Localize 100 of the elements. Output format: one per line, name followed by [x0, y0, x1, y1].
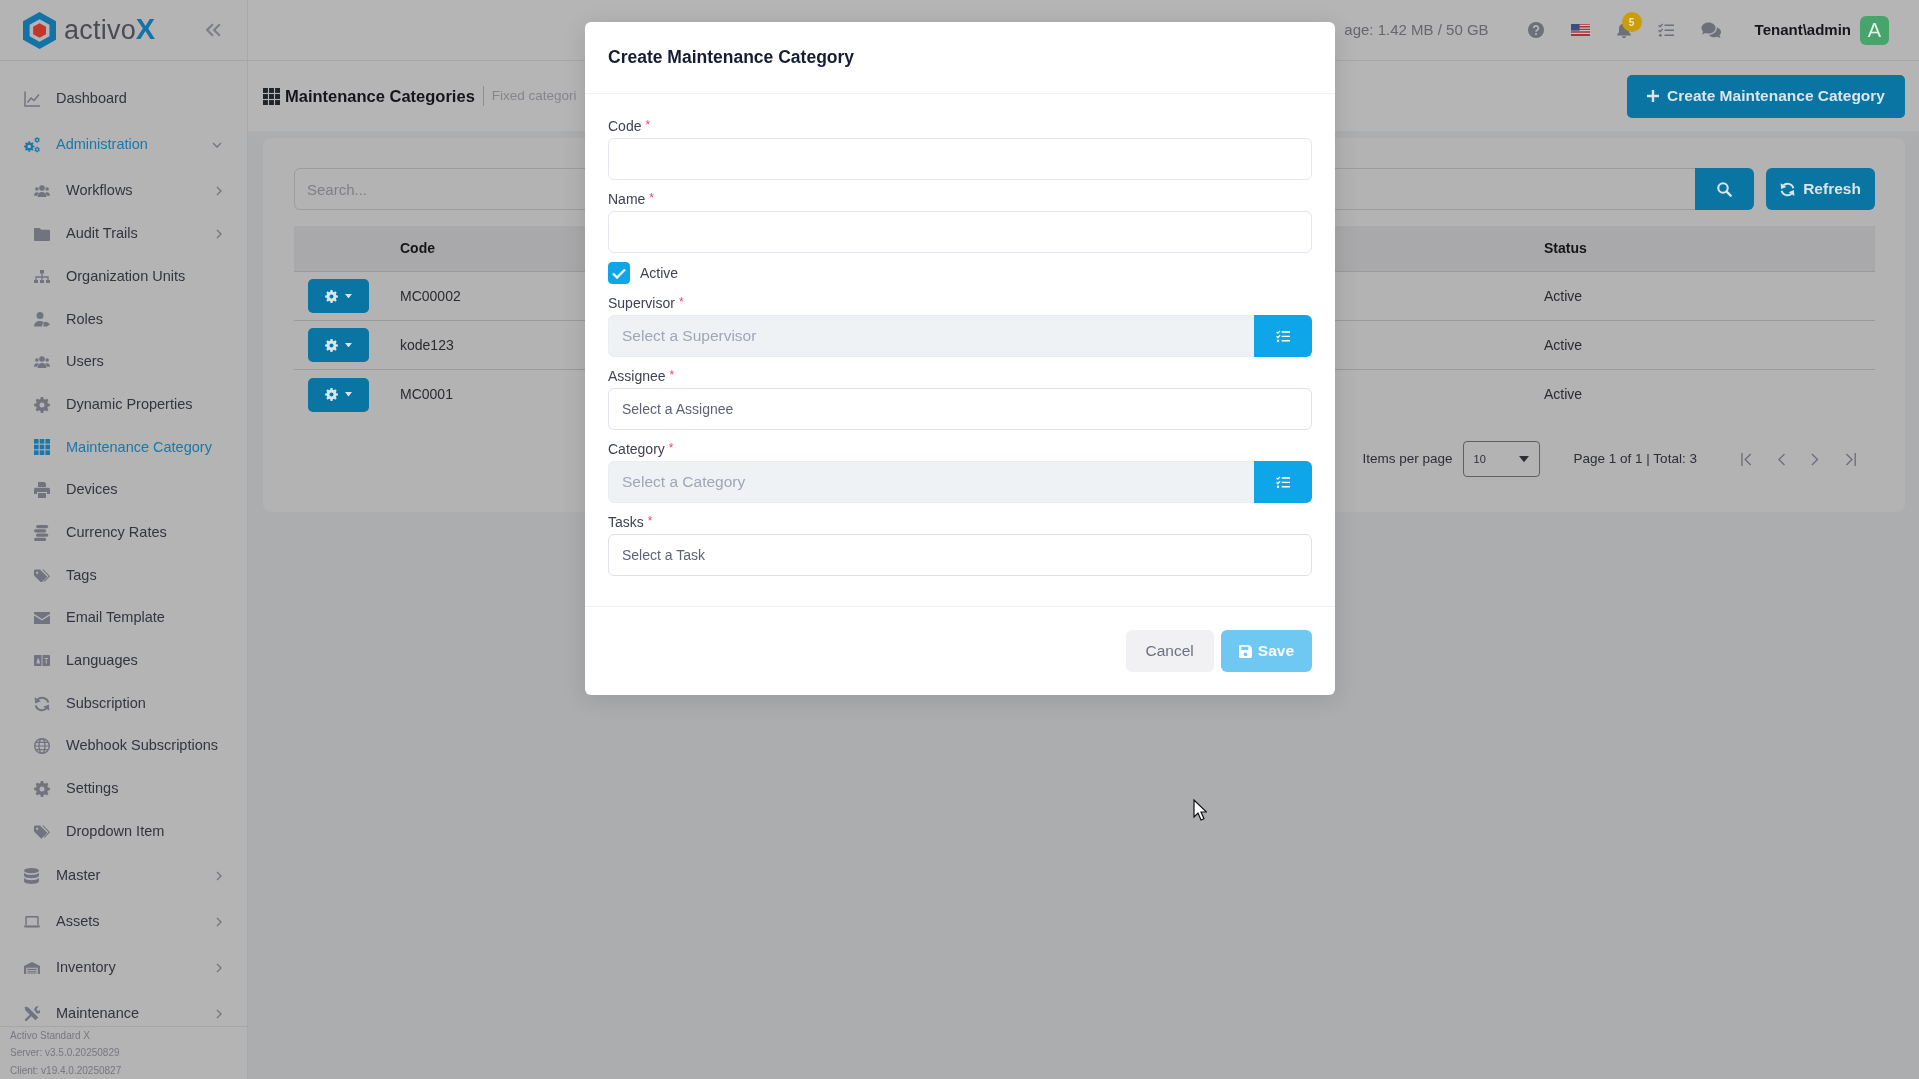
globe-icon	[33, 738, 50, 755]
sidebar-item[interactable]: Organization Units	[0, 255, 247, 299]
previous-page-icon[interactable]	[1778, 452, 1786, 466]
list-icon	[1276, 475, 1290, 489]
sidebar-item[interactable]: Roles	[0, 298, 247, 341]
required-mark: *	[668, 440, 674, 457]
row-actions-button[interactable]	[308, 279, 369, 313]
sidebar-item[interactable]: Workflows	[0, 170, 247, 213]
search-icon	[1717, 181, 1733, 197]
grid-icon	[263, 87, 280, 105]
logo-text: activoX	[64, 12, 156, 48]
gear-icon	[325, 388, 338, 401]
select-field[interactable]: Select a Assignee	[608, 388, 1312, 430]
next-page-icon[interactable]	[1811, 452, 1819, 466]
sidebar-item[interactable]: Devices	[0, 468, 247, 512]
sidebar-item[interactable]: Assets	[0, 899, 247, 945]
required-mark: *	[649, 190, 655, 207]
sidebar-item[interactable]: Inventory	[0, 945, 247, 991]
flag-icon[interactable]	[1570, 23, 1590, 37]
grid-icon	[33, 439, 50, 456]
refresh-button[interactable]: Refresh	[1766, 168, 1875, 210]
chat-icon[interactable]	[1700, 22, 1721, 38]
field-label: Tasks	[608, 512, 644, 532]
first-page-icon[interactable]	[1740, 452, 1753, 466]
printer-icon	[33, 482, 50, 499]
warehouse-icon	[23, 961, 40, 975]
language-icon	[33, 655, 50, 667]
user-tag-icon	[33, 312, 50, 327]
text-field[interactable]	[608, 211, 1312, 253]
row-actions-button[interactable]	[308, 328, 369, 362]
field-label: Code	[608, 116, 642, 136]
gears-icon	[23, 137, 40, 153]
lookup-button[interactable]	[1254, 461, 1312, 503]
sidebar-item[interactable]: Maintenance	[0, 991, 247, 1026]
lookup-button[interactable]	[1254, 315, 1312, 357]
table-cell-text: Active	[1544, 385, 1583, 404]
sidebar-item[interactable]: Currency Rates	[0, 511, 247, 555]
collapse-icon[interactable]	[206, 23, 221, 37]
table-cell-text: Active	[1544, 286, 1583, 306]
table-cell-text: Active	[1544, 335, 1583, 355]
column-header: Status	[1544, 239, 1587, 258]
mouse-pointer-icon	[1193, 799, 1207, 821]
required-mark: *	[678, 294, 684, 311]
caret-icon	[345, 342, 352, 348]
cancel-button[interactable]: Cancel	[1125, 630, 1214, 672]
folder-icon	[33, 227, 50, 241]
sidebar-item[interactable]: Dashboard	[0, 76, 247, 122]
field-label: Supervisor	[608, 293, 675, 313]
required-mark: *	[645, 117, 651, 134]
sidebar-item[interactable]: Email Template	[0, 596, 247, 640]
lookup-field[interactable]: Select a Supervisor	[608, 315, 1255, 357]
sidebar-item[interactable]: Settings	[0, 767, 247, 811]
checkbox-label: Active	[640, 263, 679, 283]
chart-icon	[23, 91, 40, 107]
page-size-select[interactable]: 10	[1462, 441, 1540, 477]
plus-icon	[1647, 90, 1660, 102]
laptop-icon	[23, 916, 40, 928]
row-actions-button[interactable]	[308, 377, 369, 412]
select-field[interactable]: Select a Task	[608, 534, 1312, 576]
lookup-field[interactable]: Select a Category	[608, 461, 1255, 503]
sidebar-item[interactable]: Users	[0, 340, 247, 384]
footer-text: Server: v3.5.0.20250829	[10, 1046, 121, 1060]
sidebar-item[interactable]: Dynamic Properties	[0, 383, 247, 427]
create-button[interactable]: Create Maintenance Category	[1627, 74, 1905, 118]
last-page-icon[interactable]	[1844, 452, 1856, 466]
checkbox[interactable]	[608, 262, 630, 284]
table-cell-text: MC00002	[400, 286, 461, 306]
coins-icon	[34, 524, 49, 541]
field-label: Category	[608, 439, 665, 459]
sidebar-item[interactable]: Master	[0, 853, 247, 899]
gear-icon	[33, 396, 50, 413]
user-name[interactable]: Tenant\admin	[1754, 18, 1851, 42]
search-button[interactable]	[1695, 168, 1755, 210]
field-label: Assignee	[608, 366, 666, 386]
help-icon[interactable]	[1527, 22, 1544, 38]
page-size-label: Items per page	[1362, 449, 1453, 468]
settings-icon	[33, 780, 50, 797]
tag-icon	[33, 568, 50, 583]
storage-usage-text: age: 1.42 MB / 50 GB	[1344, 19, 1489, 40]
sidebar-item[interactable]: Audit Trails	[0, 212, 247, 256]
users-icon	[33, 185, 50, 198]
checklist-icon[interactable]	[1657, 23, 1674, 37]
list-icon	[1276, 329, 1290, 343]
sidebar-item[interactable]: Tags	[0, 554, 247, 597]
sync-icon	[1780, 181, 1796, 197]
sidebar-item[interactable]: Languages	[0, 639, 247, 683]
sidebar-item[interactable]: Subscription	[0, 682, 247, 725]
dialog-title: Create Maintenance Category	[608, 47, 855, 68]
sync-icon	[33, 695, 50, 712]
caret-icon	[345, 392, 352, 397]
logo-icon	[23, 11, 57, 49]
envelope-icon	[33, 612, 50, 625]
text-field[interactable]	[608, 138, 1312, 180]
sidebar-item[interactable]: Webhook Subscriptions	[0, 724, 247, 768]
gear-icon	[325, 289, 338, 303]
table-cell-text: MC0001	[400, 385, 453, 404]
gear-icon	[325, 338, 338, 352]
sitemap-icon	[33, 269, 50, 284]
required-mark: *	[669, 367, 675, 384]
sidebar-item[interactable]: Dropdown Item	[0, 810, 247, 853]
